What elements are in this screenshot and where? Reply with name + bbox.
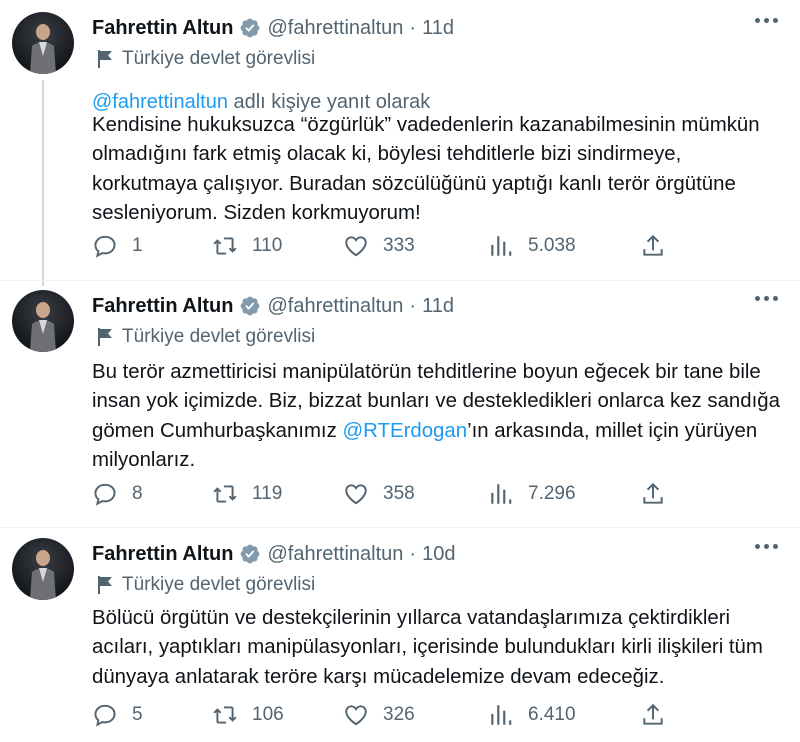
tweet-header: Fahrettin Altun @fahrettinaltun · 11d xyxy=(92,292,454,320)
reply-icon xyxy=(94,483,116,506)
separator-dot: · xyxy=(409,16,417,39)
reply-button[interactable]: 5 xyxy=(92,702,143,728)
tweet-3[interactable]: Fahrettin Altun @fahrettinaltun · 10d Tü… xyxy=(0,538,800,742)
share-icon[interactable] xyxy=(640,233,666,259)
tweet-text: Bu terör azmettiricisi manipülatörün teh… xyxy=(92,358,782,475)
affiliation-text: Türkiye devlet görevlisi xyxy=(122,48,316,69)
retweet-icon xyxy=(213,706,237,724)
share-icon[interactable] xyxy=(640,702,666,728)
more-icon[interactable] xyxy=(755,544,778,549)
verified-badge-icon xyxy=(241,544,260,564)
author-handle[interactable]: @fahrettinaltun xyxy=(267,295,403,318)
tweet-text: Bölücü örgütün ve destekçilerinin yıllar… xyxy=(92,607,763,688)
reply-button[interactable]: 8 xyxy=(92,481,143,507)
author-name[interactable]: Fahrettin Altun xyxy=(92,295,233,318)
reply-button[interactable]: 1 xyxy=(92,233,143,259)
retweet-button[interactable]: 119 xyxy=(212,481,282,507)
avatar[interactable] xyxy=(12,538,74,600)
like-count: 326 xyxy=(383,704,415,725)
views-icon xyxy=(491,236,512,256)
retweet-icon xyxy=(213,485,237,503)
tweet-header: Fahrettin Altun @fahrettinaltun · 10d xyxy=(92,540,455,568)
flag-icon xyxy=(98,328,112,346)
tweet-header: Fahrettin Altun @fahrettinaltun · 11d xyxy=(92,14,454,42)
action-bar: 5 106 326 6.410 xyxy=(92,702,692,732)
reply-suffix: adlı kişiye yanıt olarak xyxy=(227,91,431,113)
divider xyxy=(0,527,800,528)
action-bar: 8 119 358 7.296 xyxy=(92,481,692,511)
retweet-count: 110 xyxy=(252,235,283,256)
separator-dot: · xyxy=(409,542,417,565)
like-button[interactable]: 333 xyxy=(343,233,415,259)
separator-dot: · xyxy=(409,294,417,317)
tweet-2[interactable]: Fahrettin Altun @fahrettinaltun · 11d Tü… xyxy=(0,290,800,530)
retweet-icon xyxy=(213,237,237,255)
reply-count: 5 xyxy=(132,704,143,725)
author-handle[interactable]: @fahrettinaltun xyxy=(267,543,403,566)
avatar-image xyxy=(30,24,56,74)
reply-count: 1 xyxy=(132,235,143,256)
affiliation-text: Türkiye devlet görevlisi xyxy=(122,574,316,595)
retweet-button[interactable]: 110 xyxy=(212,233,282,259)
views-icon xyxy=(491,705,512,725)
author-name[interactable]: Fahrettin Altun xyxy=(92,543,233,566)
tweet-text: Kendisine hukuksuzca “özgürlük” vadedenl… xyxy=(92,114,760,224)
views-count: 6.410 xyxy=(528,704,576,725)
views-button[interactable]: 7.296 xyxy=(488,481,576,507)
views-count: 5.038 xyxy=(528,235,576,256)
avatar[interactable] xyxy=(12,12,74,74)
reply-icon xyxy=(94,235,116,258)
flag-icon xyxy=(98,50,112,68)
like-icon xyxy=(345,705,367,726)
views-button[interactable]: 5.038 xyxy=(488,233,576,259)
share-icon[interactable] xyxy=(640,481,666,507)
like-button[interactable]: 358 xyxy=(343,481,415,507)
timestamp[interactable]: 10d xyxy=(422,543,455,566)
mention-link[interactable]: @RTErdogan xyxy=(342,420,467,442)
timestamp[interactable]: 11d xyxy=(422,295,454,318)
like-icon xyxy=(345,484,367,505)
tweet-1[interactable]: Fahrettin Altun @fahrettinaltun · 11d Tü… xyxy=(0,12,800,286)
reply-icon xyxy=(94,704,116,727)
verified-badge-icon xyxy=(241,296,260,316)
affiliation-label: Türkiye devlet görevlisi xyxy=(96,326,315,348)
more-icon[interactable] xyxy=(755,18,778,23)
reply-mention-link[interactable]: @fahrettinaltun xyxy=(92,91,228,113)
avatar[interactable] xyxy=(12,290,74,352)
like-button[interactable]: 326 xyxy=(343,702,415,728)
like-count: 358 xyxy=(383,483,415,504)
retweet-button[interactable]: 106 xyxy=(212,702,284,728)
author-handle[interactable]: @fahrettinaltun xyxy=(267,17,403,40)
views-count: 7.296 xyxy=(528,483,576,504)
like-icon xyxy=(345,236,367,257)
thread-line xyxy=(42,80,44,286)
affiliation-label: Türkiye devlet görevlisi xyxy=(96,48,315,70)
action-bar: 1 110 333 5.038 xyxy=(92,233,692,263)
avatar-image xyxy=(30,550,56,600)
retweet-count: 119 xyxy=(252,483,283,504)
affiliation-text: Türkiye devlet görevlisi xyxy=(122,326,316,347)
like-count: 333 xyxy=(383,235,415,256)
retweet-count: 106 xyxy=(252,704,284,725)
more-icon[interactable] xyxy=(755,296,778,301)
timestamp[interactable]: 11d xyxy=(422,17,454,40)
divider xyxy=(0,280,800,281)
verified-badge-icon xyxy=(241,18,260,38)
views-icon xyxy=(491,484,512,504)
views-button[interactable]: 6.410 xyxy=(488,702,576,728)
author-name[interactable]: Fahrettin Altun xyxy=(92,17,233,40)
affiliation-label: Türkiye devlet görevlisi xyxy=(96,574,315,596)
avatar-image xyxy=(30,302,56,352)
flag-icon xyxy=(98,576,112,594)
reply-count: 8 xyxy=(132,483,143,504)
